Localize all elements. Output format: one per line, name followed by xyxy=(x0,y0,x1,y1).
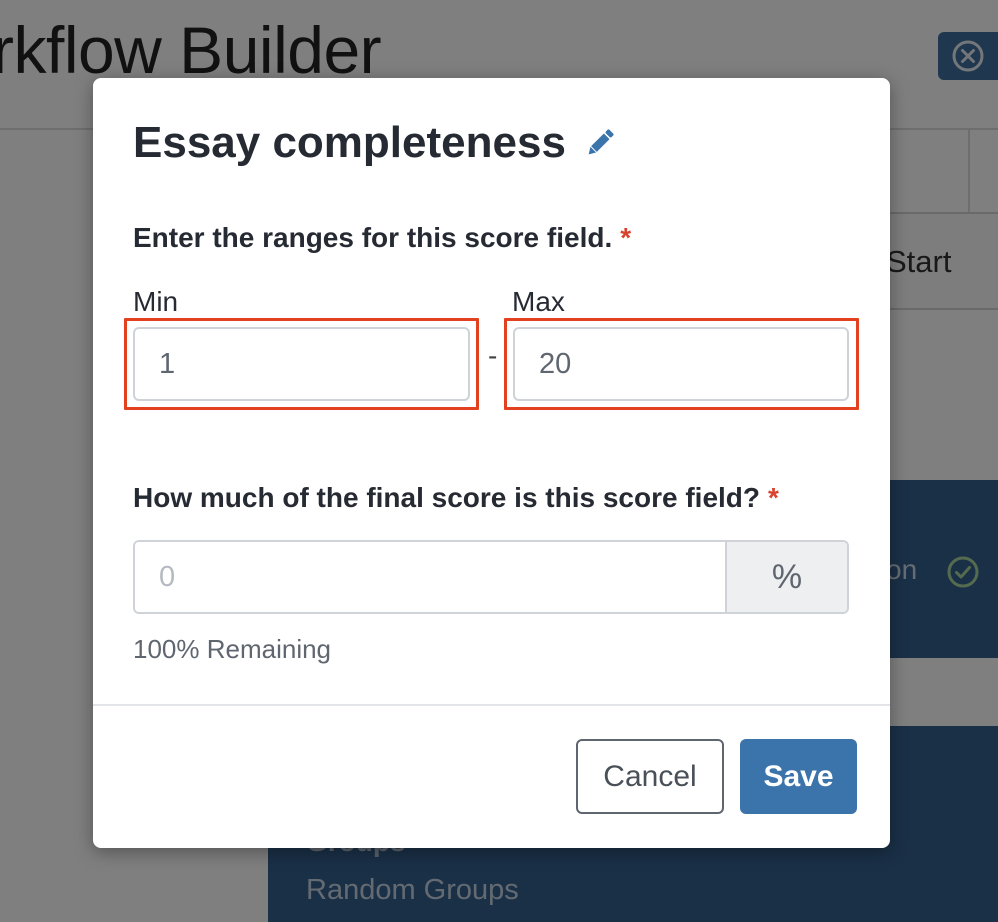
score-field-modal: Essay completeness Enter the ranges for … xyxy=(93,78,890,848)
weight-input-group: 0 % xyxy=(133,540,849,614)
range-question-label: Enter the ranges for this score field. * xyxy=(133,222,631,254)
range-question-text: Enter the ranges for this score field. xyxy=(133,222,613,253)
pencil-icon[interactable] xyxy=(582,125,618,161)
cancel-button[interactable]: Cancel xyxy=(576,739,724,814)
remaining-text: 100% Remaining xyxy=(133,634,332,664)
min-input-value: 1 xyxy=(159,347,176,380)
footer-divider xyxy=(93,704,890,706)
modal-title: Essay completeness xyxy=(133,118,618,168)
required-marker: * xyxy=(768,482,779,513)
max-input-value: 20 xyxy=(539,347,572,380)
max-label: Max xyxy=(512,286,565,317)
range-separator: - xyxy=(488,340,498,371)
min-input[interactable]: 1 xyxy=(133,327,470,401)
save-button[interactable]: Save xyxy=(740,739,857,814)
weight-input[interactable]: 0 xyxy=(135,542,725,612)
max-input[interactable]: 20 xyxy=(513,327,849,401)
weight-input-placeholder: 0 xyxy=(159,560,176,593)
modal-title-text: Essay completeness xyxy=(133,118,566,167)
weight-question-label: How much of the final score is this scor… xyxy=(133,482,779,514)
min-label: Min xyxy=(133,286,179,317)
percent-addon: % xyxy=(725,542,847,612)
required-marker: * xyxy=(620,222,632,253)
weight-question-text: How much of the final score is this scor… xyxy=(133,482,761,513)
